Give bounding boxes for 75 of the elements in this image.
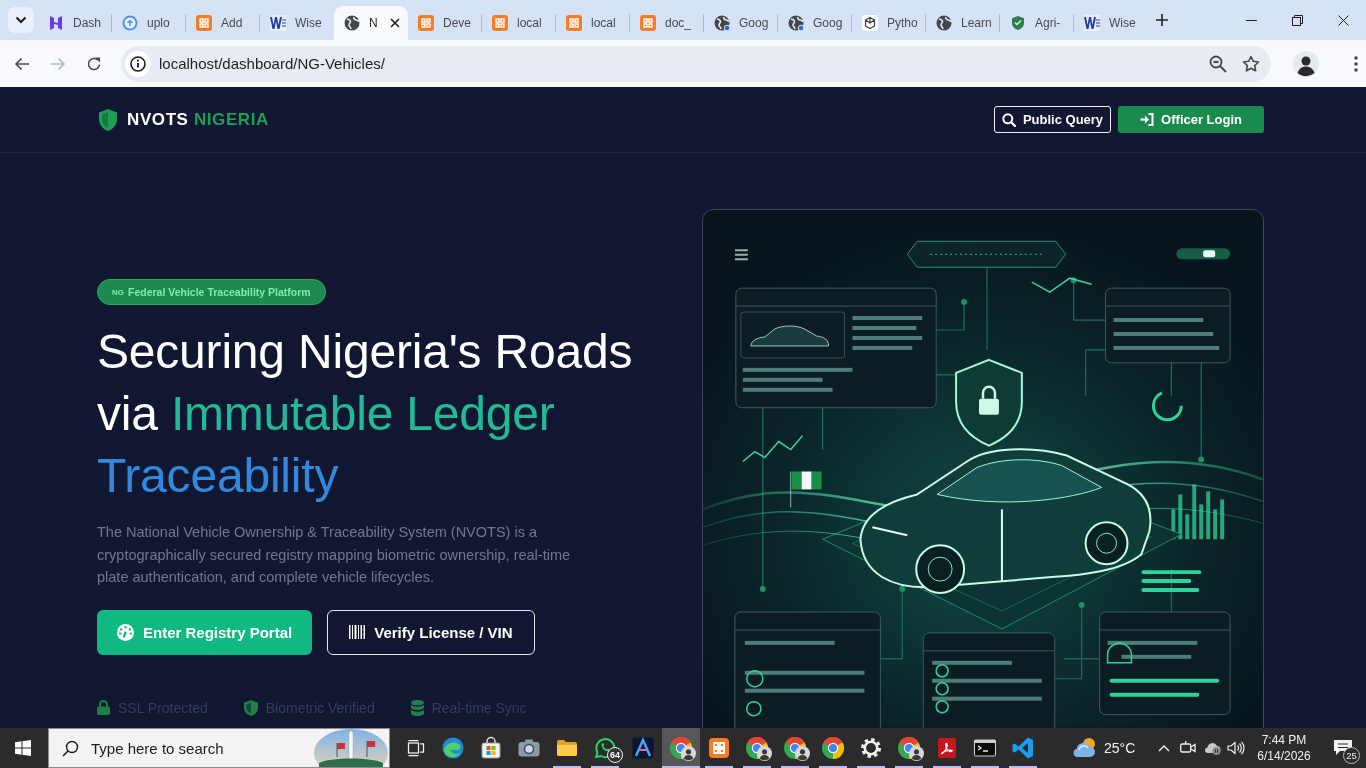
tile-logo-icon: [707, 736, 731, 760]
cloud-network-icon: [1203, 741, 1221, 755]
settings-icon: [859, 736, 883, 760]
search-icon: [62, 739, 79, 757]
close-icon[interactable]: [390, 18, 400, 28]
globe-icon: [344, 15, 360, 31]
knot-logo-icon: [862, 15, 878, 31]
shield-logo-icon: [98, 107, 118, 132]
address-bar[interactable]: localhost/dashboard/NG-Vehicles/: [121, 45, 1271, 82]
count-badge: 64: [607, 747, 623, 763]
globe-icon: [714, 15, 730, 31]
w-logo-icon: [270, 15, 286, 31]
header-button[interactable]: Public Query: [993, 106, 1112, 133]
zoom-out-icon[interactable]: [1209, 54, 1227, 73]
w-logo-icon: [1084, 15, 1100, 31]
url-text: localhost/dashboard/NG-Vehicles/: [159, 55, 385, 72]
browser-tab[interactable]: Wise: [260, 6, 334, 40]
plus-icon: [1156, 14, 1168, 26]
bookmark-star-icon[interactable]: [1242, 54, 1260, 73]
badge-label: Federal Vehicle Traceability Platform: [128, 286, 311, 298]
shield-icon: [243, 699, 258, 716]
tile-logo-icon: [492, 15, 508, 31]
browser-tab[interactable]: Wise: [1074, 6, 1148, 40]
task-view-icon: [406, 738, 426, 758]
database-icon: [410, 699, 424, 716]
search-input[interactable]: Type here to search: [91, 737, 301, 759]
back-arrow-icon: [14, 55, 30, 72]
reload-icon: [86, 55, 102, 72]
speaker-icon: [1227, 741, 1245, 755]
caret-up-icon: [1158, 744, 1170, 752]
tile-logo-icon: [196, 15, 212, 31]
barcode-icon: [349, 625, 366, 639]
hero-description: The National Vehicle Ownership & Traceability System (NVOTS) is a cryptographically secured registry mapping biometric ownership, real-time plate authentication, and complete vehicle lifecycles.: [97, 523, 572, 587]
restore-icon: [1291, 14, 1303, 26]
video-camera-icon: [1180, 741, 1196, 755]
taskbar-app-button[interactable]: [662, 728, 700, 768]
tile-logo-icon: [418, 15, 434, 31]
taskbar-search-box[interactable]: Type here to search: [48, 728, 390, 768]
cta-button[interactable]: Verify License / VIN: [327, 609, 535, 655]
terminal-icon: [973, 736, 997, 760]
forward-arrow-icon: [50, 55, 66, 72]
avatar-icon[interactable]: [1293, 50, 1319, 77]
h-logo-icon: [48, 15, 64, 31]
browser-tab[interactable]: N: [334, 6, 408, 40]
upload-disc-icon: [122, 15, 138, 31]
chevron-down-icon: [15, 16, 27, 24]
logo-text[interactable]: NVOTS NIGERIA: [127, 109, 269, 130]
hero-heading: Securing Nigeria's Roads via Immutable Ledger Traceability: [97, 324, 634, 504]
sign-in-icon: [1140, 113, 1155, 126]
site-info-icon[interactable]: [125, 50, 151, 77]
swirl-icon: [441, 736, 465, 760]
gauge-icon: [117, 623, 134, 641]
close-icon: [1337, 14, 1349, 26]
header-button[interactable]: Officer Login: [1118, 106, 1264, 133]
notifications-button[interactable]: 25: [1320, 728, 1366, 768]
code-editor-icon: [1011, 736, 1035, 760]
shield-icon: [1010, 15, 1026, 31]
shopping-bag-icon: [479, 736, 503, 760]
globe-icon: [788, 15, 804, 31]
weather-button[interactable]: 25°C: [1068, 728, 1144, 768]
document-icon: [935, 736, 959, 760]
menu-icon[interactable]: [1354, 55, 1358, 72]
tab-search-button[interactable]: [8, 7, 34, 33]
tile-logo-icon: [566, 15, 582, 31]
lock-icon: [97, 700, 110, 715]
browser-icon: [821, 736, 845, 760]
flag-code: NG: [112, 287, 124, 297]
globe-icon: [936, 15, 952, 31]
taskbar-app-button[interactable]: 64: [586, 728, 624, 768]
tile-logo-icon: [640, 15, 656, 31]
peak-logo-icon: [631, 736, 655, 760]
minimize-icon: [1245, 19, 1257, 21]
search-icon: [1001, 112, 1016, 127]
four-panes-icon: [15, 740, 31, 756]
clock-button[interactable]: 7:44 PM 6/14/2026: [1248, 728, 1320, 768]
